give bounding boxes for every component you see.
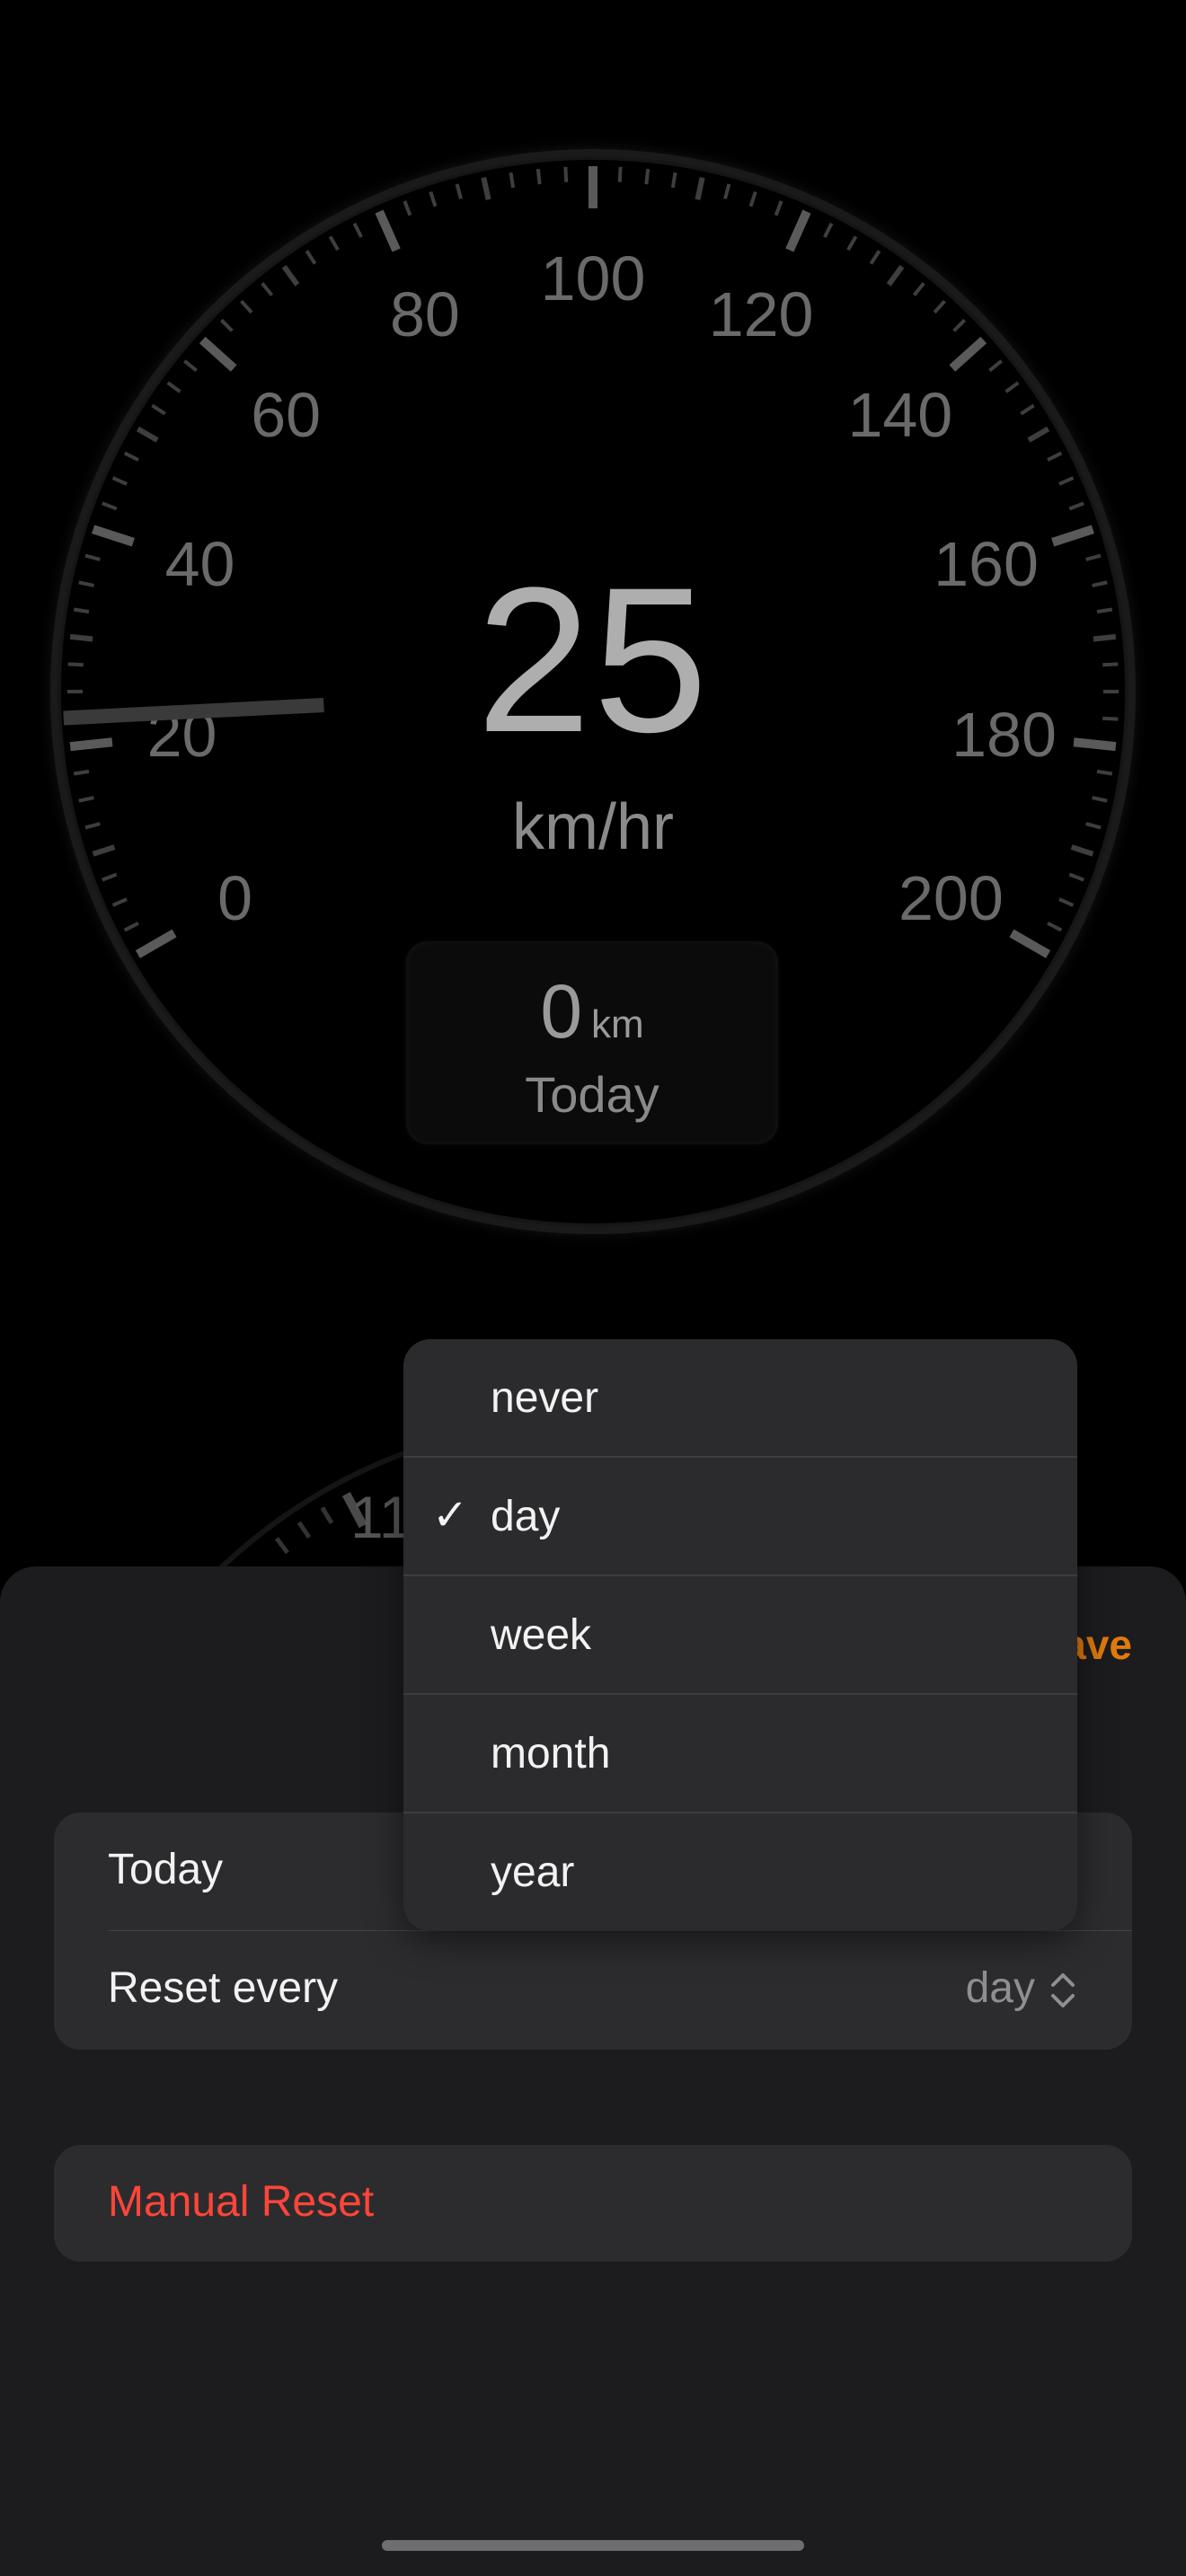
gauge-major-tick: [1073, 737, 1117, 752]
gauge-scale-label: 200: [898, 863, 1004, 933]
gauge-minor-tick: [1096, 769, 1113, 776]
gauge-minor-tick: [617, 166, 623, 182]
manual-reset-button[interactable]: Manual Reset: [108, 2177, 374, 2227]
menu-item-label: month: [491, 1730, 611, 1778]
reset-every-picker[interactable]: day: [966, 1963, 1078, 2013]
speed-readout: 25: [476, 544, 710, 775]
menu-item-year[interactable]: year: [403, 1813, 1077, 1931]
menu-item-label: day: [491, 1493, 561, 1540]
gauge-minor-tick: [1102, 662, 1119, 667]
checkmark-icon: ✓: [432, 1492, 469, 1539]
reset-every-label: Reset every: [108, 1964, 339, 2012]
gauge-minor-tick: [535, 168, 542, 185]
gauge-scale-label: 100: [541, 243, 646, 313]
gauge-scale-label: 60: [251, 380, 321, 450]
odometer-value-line: 0 km: [406, 968, 778, 1055]
gauge-major-tick: [69, 737, 113, 752]
odometer-label: Today: [525, 1066, 659, 1123]
odometer-unit: km: [591, 1002, 644, 1046]
today-label: Today: [108, 1846, 224, 1893]
gauge-scale-label: 40: [165, 529, 235, 599]
gauge-minor-tick: [644, 168, 651, 185]
menu-item-month[interactable]: month: [403, 1695, 1077, 1813]
gauge-scale-label: 180: [951, 700, 1057, 770]
chevron-up-down-icon: [1051, 1973, 1075, 2008]
reset-every-value: day: [965, 1964, 1035, 2012]
menu-item-label: year: [491, 1848, 575, 1896]
manual-reset-group: Manual Reset: [54, 2145, 1132, 2262]
reset-every-row[interactable]: Reset every day: [54, 1931, 1132, 2050]
background-gauge-tick: [274, 1537, 289, 1555]
gauge-minor-tick: [67, 662, 84, 667]
menu-item-label: week: [491, 1611, 592, 1659]
gauge-minor-tick: [563, 166, 569, 182]
odometer-panel[interactable]: 0 km Today: [406, 941, 778, 1144]
gauge-scale-label: 120: [709, 279, 814, 349]
gauge-minor-tick: [670, 172, 677, 189]
gauge-minor-tick: [1096, 607, 1113, 614]
gauge-minor-tick: [509, 172, 516, 189]
gauge-minor-tick: [73, 769, 90, 776]
menu-item-label: never: [491, 1374, 599, 1422]
menu-item-never[interactable]: never: [403, 1339, 1077, 1457]
background-gauge-tick: [320, 1506, 334, 1524]
gauge-minor-tick: [73, 607, 90, 614]
gauge-scale-label: 160: [934, 529, 1039, 599]
screen: 0 20 40 60 80 100 120 140 160 180 200 11 25 km/hr …: [0, 0, 1186, 2576]
gauge-minor-tick: [1093, 633, 1117, 642]
gauge-scale-label: 80: [390, 279, 460, 349]
menu-item-day[interactable]: ✓ day: [403, 1458, 1077, 1575]
odometer-value: 0: [540, 969, 583, 1054]
home-indicator[interactable]: [382, 2540, 804, 2551]
gauge-minor-tick: [69, 633, 93, 642]
gauge-scale-label: 0: [217, 863, 252, 933]
speed-unit: km/hr: [512, 791, 674, 863]
background-gauge-tick: [296, 1521, 312, 1539]
gauge-scale-label: 140: [847, 380, 952, 450]
menu-item-week[interactable]: week: [403, 1576, 1077, 1694]
reset-interval-menu: never ✓ day week month year: [403, 1339, 1077, 1931]
